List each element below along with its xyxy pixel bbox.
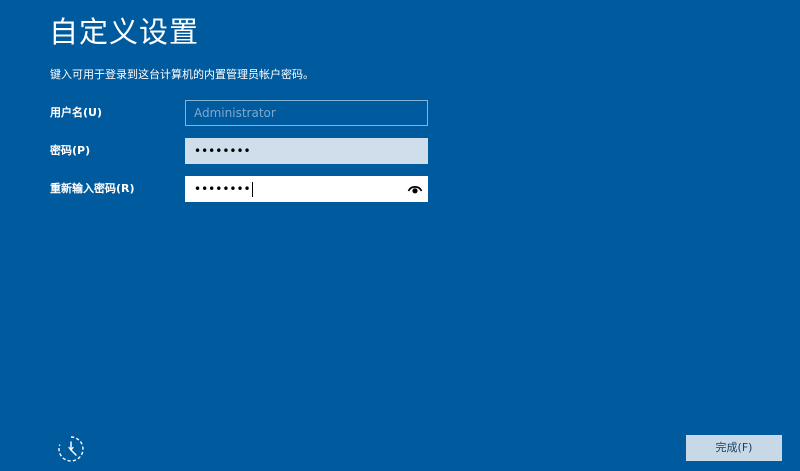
confirm-password-label: 重新输入密码(R) <box>50 182 135 195</box>
username-field[interactable] <box>185 100 428 126</box>
confirm-password-value-wrap: •••••••• <box>194 177 253 201</box>
password-label: 密码(P) <box>50 144 91 157</box>
ease-of-access-button[interactable] <box>56 434 86 464</box>
username-input[interactable] <box>186 101 427 125</box>
eye-icon <box>407 185 423 194</box>
page-title: 自定义设置 <box>49 15 200 49</box>
password-masked-value: •••••••• <box>194 144 251 158</box>
ease-of-access-icon <box>58 436 84 462</box>
confirm-password-field[interactable]: •••••••• <box>185 176 428 202</box>
instruction-text: 键入可用于登录到这台计算机的内置管理员帐户密码。 <box>50 68 314 81</box>
finish-button[interactable]: 完成(F) <box>686 435 782 461</box>
reveal-password-button[interactable] <box>407 181 423 197</box>
confirm-password-masked-value: •••••••• <box>194 182 251 196</box>
password-field[interactable]: •••••••• <box>185 138 428 164</box>
username-label: 用户名(U) <box>50 106 102 119</box>
text-caret <box>251 182 253 197</box>
